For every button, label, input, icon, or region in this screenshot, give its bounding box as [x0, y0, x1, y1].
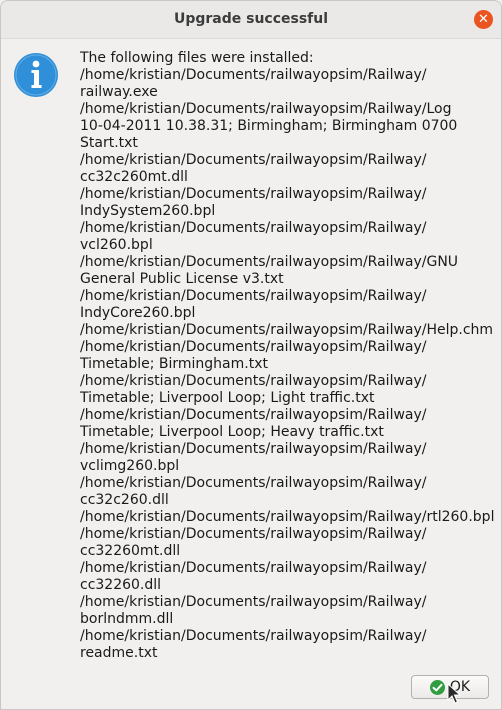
mouse-pointer-icon [447, 683, 461, 704]
message-line: General Public License v3.txt [80, 271, 284, 287]
message-line: /home/kristian/Documents/railwayopsim/Ra… [80, 509, 495, 525]
message-line: railway.exe [80, 84, 158, 100]
close-icon: ✕ [478, 12, 489, 27]
info-icon [14, 53, 58, 97]
message-text: The following files were installed:/home… [80, 50, 495, 662]
message-line: /home/kristian/Documents/railwayopsim/Ra… [80, 101, 452, 117]
title-bar[interactable]: Upgrade successful ✕ [1, 1, 501, 39]
message-line: IndyCore260.bpl [80, 305, 196, 321]
message-line: Start.txt [80, 135, 138, 151]
message-line: /home/kristian/Documents/railwayopsim/Ra… [80, 254, 459, 270]
message-line: vclimg260.bpl [80, 458, 180, 474]
message-line: /home/kristian/Documents/railwayopsim/Ra… [80, 220, 427, 236]
message-line: /home/kristian/Documents/railwayopsim/Ra… [80, 441, 427, 457]
close-button[interactable]: ✕ [474, 10, 493, 29]
message-line: cc32260mt.dll [80, 543, 181, 559]
message-line: IndySystem260.bpl [80, 203, 216, 219]
message-line: /home/kristian/Documents/railwayopsim/Ra… [80, 407, 427, 423]
message-line: cc32c260.dll [80, 492, 169, 508]
message-line: /home/kristian/Documents/railwayopsim/Ra… [80, 339, 427, 355]
message-line: 10-04-2011 10.38.31; Birmingham; Birming… [80, 118, 458, 134]
dialog-title: Upgrade successful [173, 11, 329, 27]
message-line: /home/kristian/Documents/railwayopsim/Ra… [80, 594, 427, 610]
message-line: /home/kristian/Documents/railwayopsim/Ra… [80, 322, 494, 338]
message-line: The following files were installed: [80, 50, 314, 66]
message-line: Timetable; Birmingham.txt [80, 356, 268, 372]
message-line: /home/kristian/Documents/railwayopsim/Ra… [80, 628, 427, 644]
checkmark-icon [429, 679, 445, 695]
upgrade-dialog: Upgrade successful ✕ The following files… [0, 0, 502, 710]
message-line: readme.txt [80, 645, 158, 661]
message-line: /home/kristian/Documents/railwayopsim/Ra… [80, 373, 427, 389]
message-line: /home/kristian/Documents/railwayopsim/Ra… [80, 560, 427, 576]
message-line: /home/kristian/Documents/railwayopsim/Ra… [80, 186, 427, 202]
message-line: cc32260.dll [80, 577, 162, 593]
message-line: vcl260.bpl [80, 237, 153, 253]
message-line: /home/kristian/Documents/railwayopsim/Ra… [80, 526, 427, 542]
message-line: /home/kristian/Documents/railwayopsim/Ra… [80, 475, 427, 491]
message-line: Timetable; Liverpool Loop; Light traffic… [80, 390, 375, 406]
message-line: /home/kristian/Documents/railwayopsim/Ra… [80, 67, 427, 83]
message-line: borlndmm.dll [80, 611, 174, 627]
message-line: Timetable; Liverpool Loop; Heavy traffic… [80, 424, 384, 440]
message-line: cc32c260mt.dll [80, 169, 188, 185]
message-line: /home/kristian/Documents/railwayopsim/Ra… [80, 152, 427, 168]
message-line: /home/kristian/Documents/railwayopsim/Ra… [80, 288, 427, 304]
